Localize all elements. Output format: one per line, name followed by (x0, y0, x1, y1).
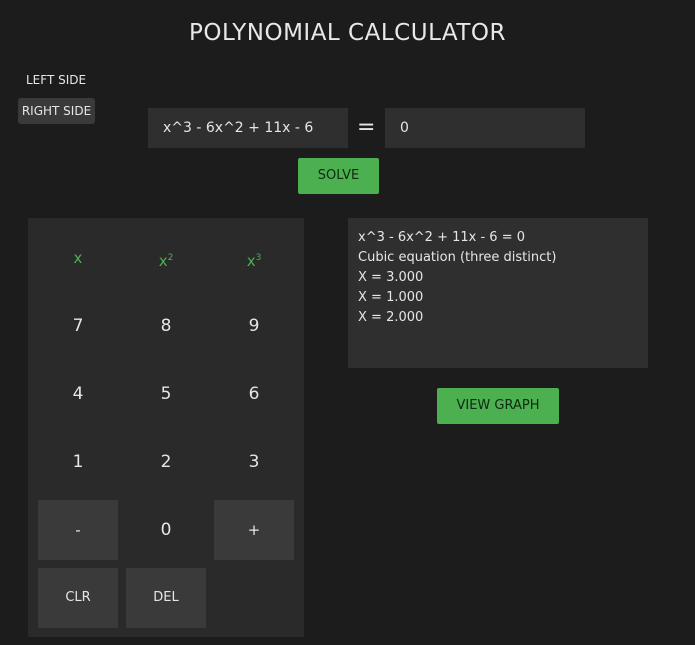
key-6[interactable]: 6 (214, 364, 294, 424)
calculator-app: POLYNOMIAL CALCULATOR LEFT SIDE RIGHT SI… (0, 0, 695, 645)
key-x-squared[interactable]: x2 (126, 228, 206, 288)
delete-button[interactable]: DEL (126, 568, 206, 628)
key-1[interactable]: 1 (38, 432, 118, 492)
result-root: X = 1.000 (358, 290, 424, 305)
right-side-tab[interactable]: RIGHT SIDE (18, 98, 95, 124)
result-root: X = 3.000 (358, 270, 424, 285)
key-5[interactable]: 5 (126, 364, 206, 424)
left-side-tab[interactable]: LEFT SIDE (26, 73, 86, 87)
result-equation: x^3 - 6x^2 + 11x - 6 = 0 (358, 230, 525, 245)
key-minus[interactable]: - (38, 500, 118, 560)
result-equation-type: Cubic equation (three distinct) (358, 250, 557, 265)
key-8[interactable]: 8 (126, 296, 206, 356)
key-0[interactable]: 0 (126, 500, 206, 560)
left-equation-input[interactable] (148, 108, 348, 148)
key-4[interactable]: 4 (38, 364, 118, 424)
keypad: x x2 x3 7 8 9 4 5 6 1 2 3 - 0 + CLR DEL (28, 218, 304, 637)
key-7[interactable]: 7 (38, 296, 118, 356)
key-x2-base: x (158, 252, 168, 270)
key-9[interactable]: 9 (214, 296, 294, 356)
right-equation-input[interactable] (385, 108, 585, 148)
key-x2-exponent: 2 (167, 253, 174, 263)
result-panel: x^3 - 6x^2 + 11x - 6 = 0 Cubic equation … (348, 218, 648, 368)
key-x-cubed[interactable]: x3 (214, 228, 294, 288)
result-root: X = 2.000 (358, 310, 424, 325)
page-title: POLYNOMIAL CALCULATOR (188, 20, 506, 46)
key-plus[interactable]: + (214, 500, 294, 560)
view-graph-button[interactable]: VIEW GRAPH (437, 388, 559, 424)
equals-sign: = (357, 115, 376, 140)
clear-button[interactable]: CLR (38, 568, 118, 628)
key-x-label: x (73, 249, 83, 267)
key-2[interactable]: 2 (126, 432, 206, 492)
solve-button[interactable]: SOLVE (298, 158, 379, 194)
key-3[interactable]: 3 (214, 432, 294, 492)
key-x3-exponent: 3 (255, 253, 262, 263)
key-x[interactable]: x (38, 228, 118, 288)
key-x3-base: x (246, 252, 256, 270)
